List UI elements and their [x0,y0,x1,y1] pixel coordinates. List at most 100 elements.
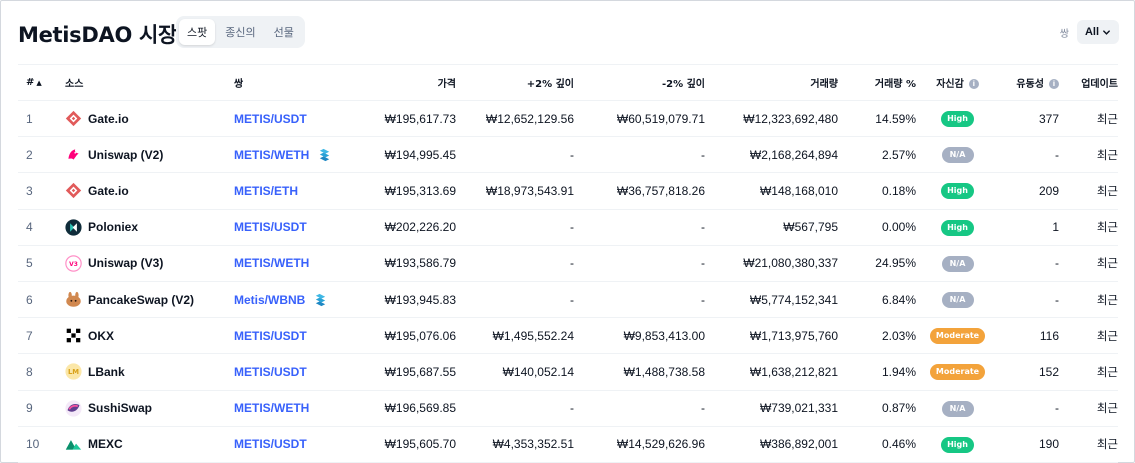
depth-minus-cell: - [701,147,705,162]
exchange-link[interactable]: OKX [65,327,234,344]
exchange-link[interactable]: Uniswap (V2) [65,146,234,163]
pair-link[interactable]: METIS/ETH [234,184,298,198]
exchange-link[interactable]: LM LBank [65,363,234,380]
updated-cell: 최근 [1096,183,1118,198]
confidence-badge: Moderate [929,328,986,345]
liquidity-cell: 1 [1052,220,1059,235]
depth-minus-cell: - [701,256,705,271]
page-title: MetisDAO 시장 [18,23,178,47]
pair-cell: METIS/USDT [234,209,350,245]
tab-spot[interactable]: 스팟 [179,19,216,45]
volume-cell: ₩1,638,212,821 [749,364,838,379]
table-row[interactable]: 10 MEXC METIS/USDT ₩195,605.70 ₩4,353,352.51… [18,426,1118,463]
pair-link[interactable]: METIS/USDT [234,437,307,451]
confidence-cell: Moderate [916,318,999,354]
pair-link[interactable]: METIS/USDT [234,220,307,234]
exchange-link[interactable]: Gate.io [65,182,234,199]
column-header-source[interactable]: 소스 [65,65,234,101]
table-row[interactable]: 6 PancakeSwap (V2) Metis/WBNB ₩193,945.83 - -… [18,281,1118,318]
source-cell: V3 Uniswap (V3) [65,245,234,281]
depth-plus-cell: - [570,401,574,416]
volume-pct-cell: 14.59% [875,111,916,126]
pair-cell: METIS/WETH [234,390,350,426]
column-header-liquidity[interactable]: 유동성 i [999,65,1059,101]
updated-cell: 최근 [1096,401,1118,416]
table-row[interactable]: 5 V3 Uniswap (V3) METIS/WETH ₩193,586.79 - - ₩2… [18,245,1118,282]
depth-minus-cell: ₩1,488,738.58 [623,364,705,379]
liquidity-cell: 209 [1038,183,1059,198]
volume-cell: ₩5,774,152,341 [749,292,838,307]
depth-minus-cell: ₩9,853,413.00 [623,328,705,343]
pair-filter-label: 쌍 [1059,28,1069,40]
pair-link[interactable]: METIS/WETH [234,401,309,415]
confidence-badge: N/A [941,147,974,164]
liquidity-cell: 190 [1038,437,1059,452]
exchange-link[interactable]: V3 Uniswap (V3) [65,255,234,272]
table-row[interactable]: 1 Gate.io METIS/USDT ₩195,617.73 ₩12,652,129… [18,101,1118,137]
exchange-name: PancakeSwap (V2) [88,292,195,307]
exchange-name: Uniswap (V2) [88,147,164,162]
pair-link[interactable]: METIS/WETH [234,256,309,270]
exchange-link[interactable]: MEXC [65,436,234,453]
updated-cell: 최근 [1096,364,1118,379]
depth-plus-cell: - [570,256,574,271]
column-header-rank[interactable]: # ▲ [18,65,65,101]
exchange-link[interactable]: SushiSwap [65,400,234,417]
pair-link[interactable]: METIS/USDT [234,112,307,126]
column-header-price[interactable]: 가격 [350,65,456,101]
gate-icon [65,110,82,127]
pair-link[interactable]: METIS/USDT [234,329,307,343]
exchange-link[interactable]: Gate.io [65,110,234,127]
info-icon[interactable]: i [968,79,979,89]
column-header-volume-pct[interactable]: 거래량 % [838,65,916,101]
volume-cell: ₩567,795 [783,220,838,235]
table-row[interactable]: 8 LM LBank METIS/USDT ₩195,687.55 ₩140,052.14… [18,354,1118,390]
table-row[interactable]: 2 Uniswap (V2) METIS/WETH ₩194,995.45 - - ₩2,1… [18,137,1118,173]
confidence-cell: Moderate [916,354,999,390]
table-row[interactable]: 4 Poloniex METIS/USDT ₩202,226.20 - - ₩567,795… [18,209,1118,246]
pair-link[interactable]: METIS/USDT [234,365,307,379]
depth-plus-cell: - [570,147,574,162]
column-header-depth-plus[interactable]: +2% 깊이 [456,65,574,101]
price-cell: ₩195,617.73 [384,111,456,126]
price-cell: ₩202,226.20 [384,220,456,235]
pair-cell: METIS/ETH [234,173,350,209]
tab-perpetual[interactable]: 종신의 [217,19,263,45]
price-cell: ₩195,313.69 [384,183,456,198]
liquidity-cell: - [1055,147,1059,162]
volume-pct-cell: 0.87% [881,401,916,416]
markets-table: # ▲ 소스 쌍 가격 +2% 깊이 -2% 깊이 거래량 거래량 % 자신감 i … [18,64,1118,463]
pair-filter-dropdown[interactable]: All [1076,20,1119,44]
confidence-badge: High [941,219,974,236]
volume-cell: ₩386,892,001 [759,437,838,452]
tab-futures[interactable]: 선물 [266,19,302,45]
exchange-link[interactable]: PancakeSwap (V2) [65,291,234,308]
table-row[interactable]: 3 Gate.io METIS/ETH ₩195,313.69 ₩18,973,543.… [18,173,1118,210]
pair-link[interactable]: Metis/WBNB [234,293,305,307]
exchange-name: Poloniex [88,220,139,235]
column-header-updated[interactable]: 업데이트 [1059,65,1118,101]
info-icon[interactable]: i [1049,79,1059,89]
markets-header: MetisDAO 시장 스팟 종신의 선물 쌍 All [18,16,1119,48]
volume-pct-cell: 2.57% [881,147,916,162]
confidence-badge: High [941,436,974,453]
table-row[interactable]: 9 SushiSwap METIS/WETH ₩196,569.85 - - ₩739,02… [18,390,1118,427]
confidence-badge: High [941,183,974,200]
pair-link[interactable]: METIS/WETH [234,148,309,162]
column-header-confidence[interactable]: 자신감 i [916,65,999,101]
sort-up-icon: ▲ [36,79,42,87]
volume-cell: ₩148,168,010 [759,183,838,198]
exchange-link[interactable]: Poloniex [65,219,234,236]
source-cell: MEXC [65,426,234,462]
source-cell: Uniswap (V2) [65,137,234,173]
confidence-cell: N/A [916,245,999,281]
poloniex-icon [65,219,82,236]
column-header-volume[interactable]: 거래량 [705,65,838,101]
column-header-pair[interactable]: 쌍 [234,65,350,101]
exchange-name: Gate.io [88,111,129,126]
updated-cell: 최근 [1096,437,1118,452]
column-header-depth-minus[interactable]: -2% 깊이 [574,65,705,101]
rank-cell: 7 [26,328,33,343]
volume-pct-cell: 24.95% [875,256,916,271]
table-row[interactable]: 7 OKX METIS/USDT ₩195,076.06 ₩1,495,552.24 ₩9… [18,318,1118,354]
